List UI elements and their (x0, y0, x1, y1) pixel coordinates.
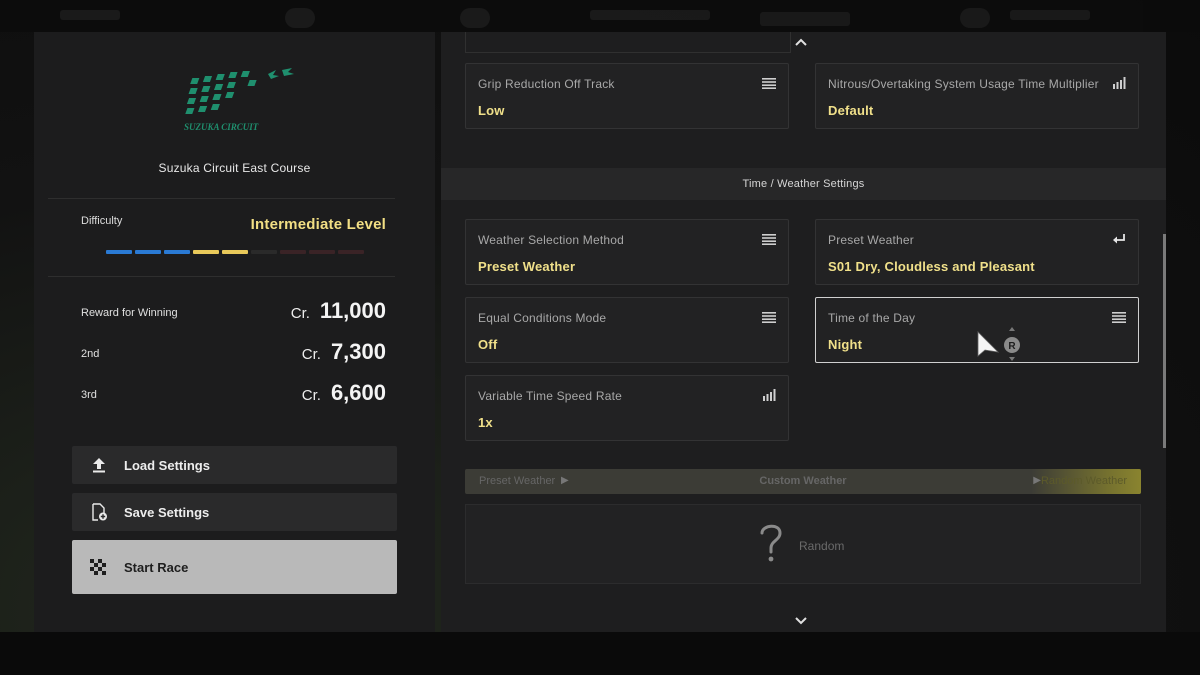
checkered-flag-icon (90, 559, 106, 575)
question-mark-icon (760, 524, 782, 562)
load-settings-button[interactable]: Load Settings (72, 446, 397, 484)
reward-label: Reward for Winning (81, 307, 178, 319)
random-option-label: Random (799, 539, 845, 553)
list-icon (1112, 312, 1126, 323)
setting-value: Low (478, 103, 505, 118)
signal-bars-icon (763, 389, 776, 401)
reward-amount: Cr. 7,300 (302, 339, 386, 365)
tab-right-arrow-icon[interactable]: ▶ (1033, 475, 1041, 486)
difficulty-label: Difficulty (81, 215, 123, 227)
scroll-up-arrow-icon[interactable] (793, 36, 809, 48)
divider (48, 198, 395, 199)
variable-time-speed-setting[interactable]: Variable Time Speed Rate 1x (465, 375, 789, 441)
pointer-cursor-icon (977, 331, 1000, 357)
currency-label: Cr. (290, 305, 310, 322)
currency-label: Cr. (301, 346, 321, 363)
random-weather-option[interactable]: Random (465, 504, 1141, 584)
equal-conditions-mode-setting[interactable]: Equal Conditions Mode Off (465, 297, 789, 363)
svg-text:SUZUKA CIRCUIT: SUZUKA CIRCUIT (184, 122, 259, 132)
reward-value: 7,300 (330, 339, 386, 364)
setting-value: Off (478, 337, 498, 352)
signal-bars-icon (1113, 77, 1126, 89)
list-icon (762, 312, 776, 323)
setting-value: S01 Dry, Cloudless and Pleasant (828, 259, 1035, 274)
nitrous-multiplier-setting[interactable]: Nitrous/Overtaking System Usage Time Mul… (815, 63, 1139, 129)
setting-title: Grip Reduction Off Track (478, 77, 615, 91)
enter-icon (1113, 234, 1125, 244)
setting-value: Night (828, 337, 863, 352)
bottom-status-bar (0, 632, 1200, 675)
save-settings-label: Save Settings (124, 505, 210, 520)
reward-row-2nd: 2nd Cr. 7,300 (81, 339, 386, 367)
svg-text:R: R (1008, 341, 1016, 352)
save-file-icon (92, 503, 107, 521)
difficulty-value: Intermediate Level (250, 216, 386, 233)
scrollbar[interactable] (1163, 234, 1166, 448)
r-stick-hint-icon: R (1004, 327, 1020, 361)
grip-reduction-setting[interactable]: Grip Reduction Off Track Low (465, 63, 789, 129)
difficulty-meter (106, 250, 364, 254)
setting-title: Preset Weather (828, 233, 914, 247)
difficulty-segment (193, 250, 219, 254)
setting-title: Nitrous/Overtaking System Usage Time Mul… (828, 77, 1099, 91)
currency-label: Cr. (301, 387, 321, 404)
reward-label: 2nd (81, 348, 100, 360)
start-race-button[interactable]: Start Race (72, 540, 397, 594)
setting-title: Variable Time Speed Rate (478, 389, 622, 403)
tab-random-weather[interactable]: Random Weather (1041, 475, 1127, 487)
scroll-down-arrow-icon[interactable] (793, 615, 809, 627)
partial-setting-card[interactable] (465, 32, 791, 53)
difficulty-segment (106, 250, 132, 254)
setting-value: 1x (478, 415, 493, 430)
top-status-bar (0, 0, 1200, 32)
setting-value: Default (828, 103, 874, 118)
setting-value: Preset Weather (478, 259, 576, 274)
event-info-panel: SUZUKA CIRCUIT Suzuka Circuit East Cours… (34, 32, 435, 632)
reward-label: 3rd (81, 389, 97, 401)
difficulty-segment (164, 250, 190, 254)
track-name: Suzuka Circuit East Course (158, 161, 311, 175)
setting-title: Time of the Day (828, 311, 916, 325)
upload-icon (93, 458, 105, 473)
reward-row-3rd: 3rd Cr. 6,600 (81, 380, 386, 408)
reward-row-1st: Reward for Winning Cr. 11,000 (81, 298, 386, 326)
reward-amount: Cr. 11,000 (291, 298, 386, 324)
difficulty-segment (222, 250, 248, 254)
preset-weather-setting[interactable]: Preset Weather S01 Dry, Cloudless and Pl… (815, 219, 1139, 285)
list-icon (762, 78, 776, 89)
difficulty-segment (251, 250, 277, 254)
difficulty-segment (135, 250, 161, 254)
save-settings-button[interactable]: Save Settings (72, 493, 397, 531)
difficulty-segment (309, 250, 335, 254)
divider (48, 276, 395, 277)
section-title: Time / Weather Settings (742, 178, 865, 190)
start-race-label: Start Race (124, 560, 189, 575)
difficulty-segment (338, 250, 364, 254)
reward-value: 6,600 (330, 380, 386, 405)
reward-amount: Cr. 6,600 (302, 380, 386, 406)
load-settings-label: Load Settings (124, 458, 210, 473)
race-settings-panel: Grip Reduction Off Track Low Nitrous/Ove… (441, 32, 1166, 632)
weather-selection-method-setting[interactable]: Weather Selection Method Preset Weather (465, 219, 789, 285)
suzuka-circuit-logo: SUZUKA CIRCUIT (184, 68, 294, 132)
weather-mode-tabs[interactable]: Preset Weather ▶ Custom Weather ▶ Random… (465, 469, 1141, 494)
list-icon (762, 234, 776, 245)
difficulty-segment (280, 250, 306, 254)
section-header: Time / Weather Settings (441, 168, 1166, 200)
setting-title: Equal Conditions Mode (478, 311, 607, 325)
reward-value: 11,000 (319, 298, 386, 323)
setting-title: Weather Selection Method (478, 233, 624, 247)
